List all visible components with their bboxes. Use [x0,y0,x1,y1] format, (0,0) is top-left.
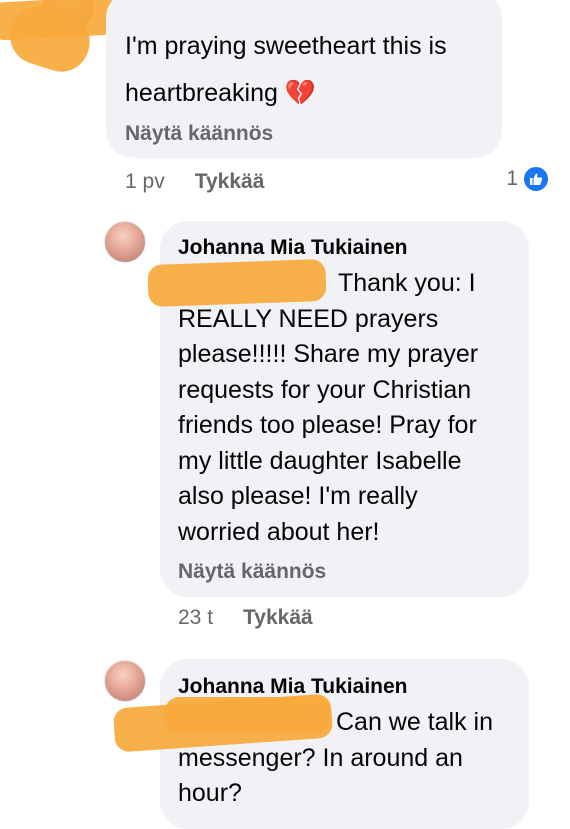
comment-text: Can we talk in messenger? In around an h… [178,705,493,812]
comment-line: heartbreaking [125,78,278,107]
comment-line: my little daughter Isabelle [178,446,462,475]
comment-line: hour? [178,779,242,807]
see-translation-link[interactable]: Näytä käännös [125,122,273,146]
comment-line: Thank you: I [338,269,476,297]
like-button[interactable]: Tykkää [243,606,313,629]
comment-line: heartbreaking 💔 [125,76,447,112]
comment-timestamp[interactable]: 1 pv [125,170,165,193]
comment-author[interactable]: Johanna Mia Tukiainen [178,236,407,260]
comment-timestamp[interactable]: 23 t [178,606,213,629]
comment-line: Can we talk in [336,708,494,736]
comment-text: I'm praying sweetheart this is heartbrea… [125,29,447,111]
comment-line: I'm praying sweetheart this is [125,32,447,60]
comment-line: worried about her! [178,517,380,546]
reaction-count: 1 [506,167,518,190]
see-translation-link[interactable]: Näytä käännös [178,560,326,584]
broken-heart-emoji: 💔 [284,78,316,107]
comment-line: please!!!!! Share my prayer [178,340,479,368]
comment-line: messenger? In around an [178,743,463,772]
comment-line: friends too please! Pray for [178,411,477,439]
avatar[interactable] [104,221,146,263]
avatar[interactable] [104,660,146,702]
thumbs-up-icon [524,167,548,191]
comment-line: also please! I'm really [178,482,418,510]
comment-meta: 23 t Tykkää [178,606,313,630]
like-button[interactable]: Tykkää [195,170,265,193]
comment-line: requests for your Christian [178,375,472,404]
comment-text: Thank you: I REALLY NEED prayers please!… [178,266,478,550]
comment-line: REALLY NEED prayers [178,304,439,333]
reaction-summary[interactable]: 1 [506,167,548,191]
comment-meta: 1 pv Tykkää [125,170,264,194]
